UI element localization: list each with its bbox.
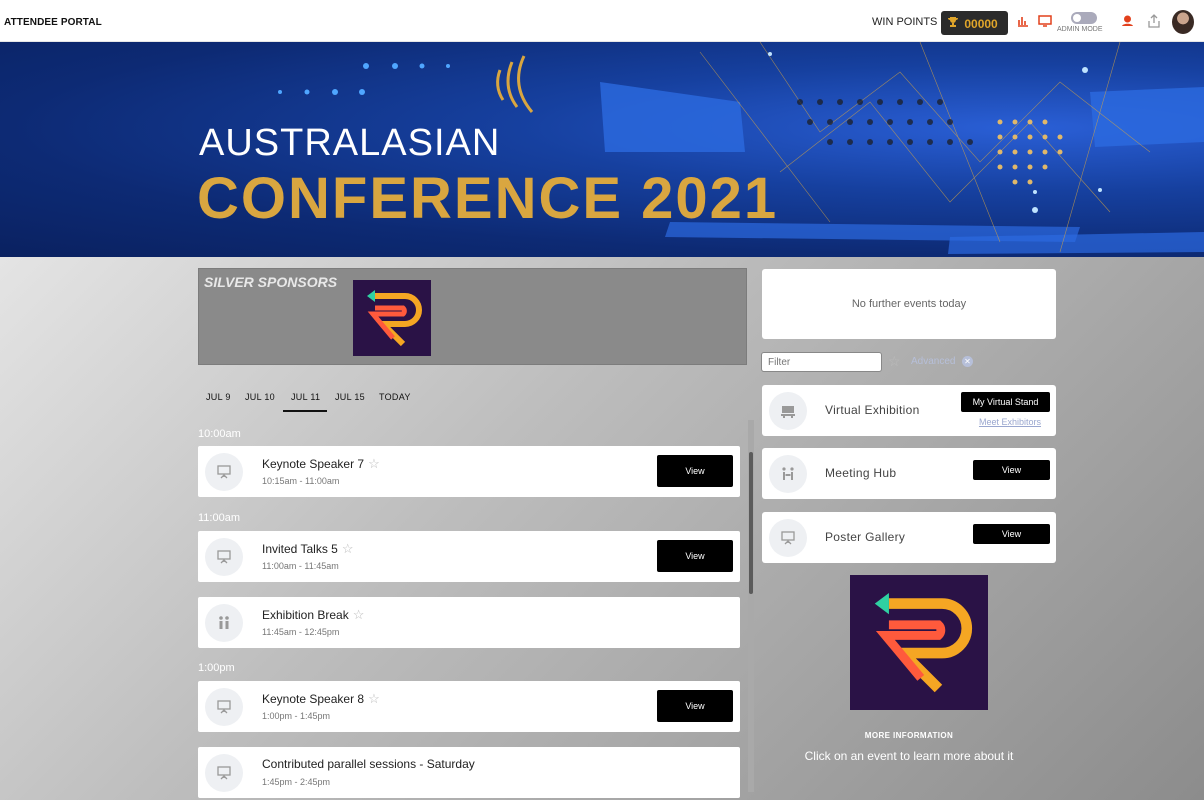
no-events-panel: No further events today [762,269,1056,339]
event-title: Invited Talks 5 [262,542,338,556]
portal-title: ATTENDEE PORTAL [4,17,102,28]
chart-icon[interactable] [1017,14,1031,28]
avatar[interactable] [1172,10,1194,34]
time-slot-label: 10:00am [198,428,241,440]
time-slot-label: 11:00am [198,512,240,524]
my-virtual-stand-button[interactable]: My Virtual Stand [961,392,1050,412]
exhibition-icon [769,392,807,430]
meeting-hub-label: Meeting Hub [825,466,897,480]
admin-mode-toggle[interactable] [1071,12,1097,24]
schedule-scroll-thumb[interactable] [749,452,753,594]
admin-mode-label: ADMIN MODE [1057,26,1103,33]
event-title-row: Invited Talks 5 ☆ [262,541,353,557]
star-icon[interactable]: ☆ [353,607,365,622]
presentation-icon [205,754,243,792]
points-counter[interactable]: 00000 [941,11,1008,35]
date-tabs: JUL 9 JUL 10 JUL 11 JUL 15 TODAY [198,386,438,414]
conference-banner: AUSTRALASIAN CONFERENCE 2021 [0,42,1204,257]
view-button[interactable]: View [657,540,733,572]
meeting-icon [769,455,807,493]
event-title-row: Exhibition Break ☆ [262,607,364,623]
points-value: 00000 [964,17,998,31]
win-points-label: WIN POINTS [872,16,938,28]
sponsor-logo[interactable] [353,280,431,356]
share-icon[interactable] [1148,14,1162,28]
virtual-exhibition-card[interactable]: Virtual Exhibition My Virtual Stand Meet… [762,385,1056,436]
support-icon[interactable] [1121,14,1135,28]
star-icon[interactable]: ☆ [368,456,380,471]
presentation-icon [205,688,243,726]
event-card[interactable]: Keynote Speaker 7 ☆ 10:15am - 11:00am Vie… [198,446,740,497]
event-title: Keynote Speaker 8 [262,692,365,706]
time-slot-label: 1:00pm [198,662,235,674]
tab-jul-15[interactable]: JUL 15 [335,392,365,402]
no-events-text: No further events today [851,298,967,310]
view-button[interactable]: View [973,460,1050,480]
presentation-icon [205,453,243,491]
close-icon[interactable]: ✕ [962,356,973,367]
more-info-text: Click on an event to learn more about it [804,749,1014,763]
event-title: Contributed parallel sessions - Saturday [262,757,475,771]
event-time: 1:00pm - 1:45pm [262,711,331,721]
tab-jul-10[interactable]: JUL 10 [245,392,275,402]
event-title: Exhibition Break [262,608,349,622]
event-time: 11:45am - 12:45pm [262,627,340,637]
star-icon[interactable]: ☆ [342,541,354,556]
event-time: 10:15am - 11:00am [262,476,340,486]
sponsor-title: SILVER SPONSORS [204,274,338,290]
poster-gallery-label: Poster Gallery [825,530,906,544]
banner-line-1: AUSTRALASIAN [199,122,501,164]
star-icon[interactable]: ☆ [368,691,380,706]
event-time: 11:00am - 11:45am [262,561,339,571]
event-card[interactable]: Exhibition Break ☆ 11:45am - 12:45pm [198,597,740,648]
view-button[interactable]: View [657,455,733,487]
event-card[interactable]: Keynote Speaker 8 ☆ 1:00pm - 1:45pm View [198,681,740,732]
favourites-star-icon[interactable]: ☆ [888,353,901,370]
event-card[interactable]: Invited Talks 5 ☆ 11:00am - 11:45am View [198,531,740,582]
top-bar: ATTENDEE PORTAL WIN POINTS 00000 ADMIN M… [0,0,1204,42]
tab-today[interactable]: TODAY [379,392,411,402]
presentation-icon [205,538,243,576]
event-title-row: Keynote Speaker 7 ☆ [262,456,380,472]
banner-line-2: CONFERENCE 2021 [197,166,779,231]
tab-active-underline [283,410,327,412]
event-title-row: Keynote Speaker 8 ☆ [262,691,380,707]
more-info-title: MORE INFORMATION [864,731,954,740]
meeting-hub-card[interactable]: Meeting Hub View [762,448,1056,499]
event-title-row: Contributed parallel sessions - Saturday [262,757,475,771]
advanced-filter-link[interactable]: Advanced [911,356,955,367]
presentation-icon [769,519,807,557]
event-time: 1:45pm - 2:45pm [262,777,331,787]
poster-gallery-card[interactable]: Poster Gallery View [762,512,1056,563]
event-title: Keynote Speaker 7 [262,457,365,471]
view-button[interactable]: View [657,690,733,722]
virtual-exhibition-label: Virtual Exhibition [825,403,920,417]
filter-input[interactable] [761,352,882,372]
people-icon [205,604,243,642]
tab-jul-9[interactable]: JUL 9 [206,392,231,402]
monitor-icon[interactable] [1038,14,1052,28]
event-card[interactable]: Contributed parallel sessions - Saturday… [198,747,740,798]
sponsor-logo-large[interactable] [850,575,988,710]
trophy-icon [947,16,961,31]
sponsor-panel: SILVER SPONSORS [198,268,747,365]
tab-jul-11[interactable]: JUL 11 [291,392,320,402]
meet-exhibitors-link[interactable]: Meet Exhibitors [979,417,1041,427]
view-button[interactable]: View [973,524,1050,544]
